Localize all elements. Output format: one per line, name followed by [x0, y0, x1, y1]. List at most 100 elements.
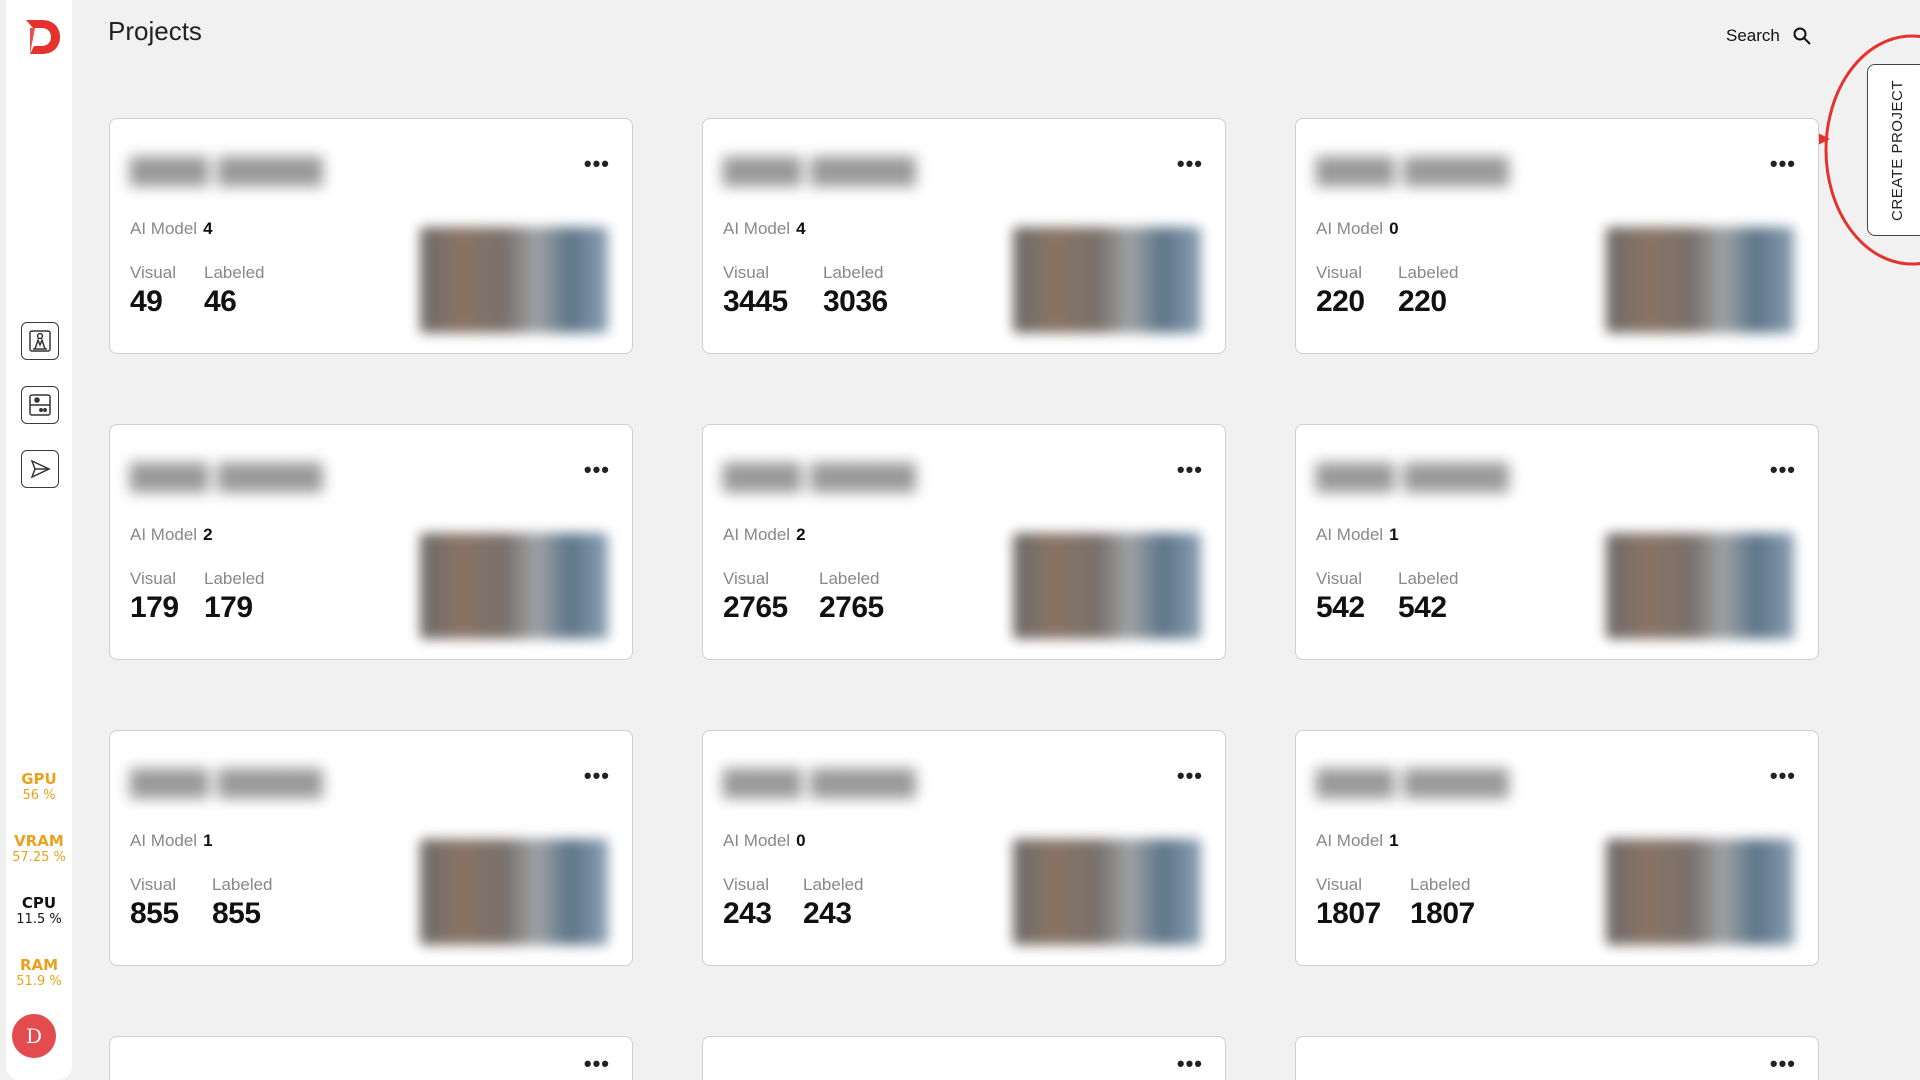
project-title: ▆▆▆ ▆▆▆▆: [1316, 454, 1509, 492]
more-options-icon[interactable]: •••: [1770, 1051, 1796, 1077]
project-card[interactable]: ▆▆▆ ▆▆▆▆ ••• AI Model 0 Visual 220 Labeled…: [1295, 118, 1819, 354]
visual-label: Visual: [723, 263, 769, 282]
app-logo[interactable]: [18, 12, 66, 60]
visual-stat: Visual 3445: [723, 263, 788, 319]
visual-label: Visual: [130, 569, 176, 588]
project-card[interactable]: ▆▆▆ ▆▆▆▆ ••• AI Model 4 Visual 3445 Labele…: [702, 118, 1226, 354]
ai-model-value: 2: [203, 525, 213, 544]
project-card[interactable]: ▆▆▆ ▆▆▆▆ ••• AI Model 1 Visual 1807 Labele…: [1295, 730, 1819, 966]
labeled-stat: Labeled 46: [204, 263, 265, 319]
project-title: ▆▆▆ ▆▆▆▆: [1316, 760, 1509, 798]
visual-label: Visual: [1316, 569, 1362, 588]
search-button[interactable]: Search: [1726, 26, 1812, 46]
more-options-icon[interactable]: •••: [584, 763, 610, 789]
labeled-stat: Labeled 220: [1398, 263, 1459, 319]
project-card[interactable]: •••: [1295, 1036, 1819, 1080]
ai-model-stat: AI Model 4: [130, 219, 213, 239]
project-thumbnail: [420, 533, 608, 639]
more-options-icon[interactable]: •••: [584, 1051, 610, 1077]
ram-value: 51.9 %: [16, 974, 62, 989]
nav-deploy-button[interactable]: [21, 450, 59, 488]
vram-metric: VRAM 57.25 %: [6, 832, 72, 866]
labeled-value: 179: [204, 591, 253, 624]
more-options-icon[interactable]: •••: [1770, 763, 1796, 789]
visual-label: Visual: [1316, 875, 1362, 894]
project-thumbnail: [420, 227, 608, 333]
ai-model-label: AI Model: [130, 219, 198, 238]
project-card[interactable]: ▆▆▆ ▆▆▆▆ ••• AI Model 1 Visual 855 Labeled…: [109, 730, 633, 966]
project-thumbnail: [1013, 533, 1201, 639]
labeled-stat: Labeled 243: [803, 875, 864, 931]
more-options-icon[interactable]: •••: [1770, 151, 1796, 177]
labeled-label: Labeled: [204, 263, 265, 282]
more-options-icon[interactable]: •••: [1177, 1051, 1203, 1077]
labeled-stat: Labeled 855: [212, 875, 273, 931]
visual-label: Visual: [130, 875, 176, 894]
ai-model-label: AI Model: [1316, 831, 1384, 850]
nav-server-button[interactable]: [21, 386, 59, 424]
labeled-value: 46: [204, 285, 237, 318]
visual-value: 3445: [723, 285, 788, 318]
more-options-icon[interactable]: •••: [1177, 457, 1203, 483]
visual-stat: Visual 243: [723, 875, 772, 931]
avatar[interactable]: D: [12, 1014, 56, 1058]
ai-model-value: 2: [796, 525, 806, 544]
labeled-stat: Labeled 542: [1398, 569, 1459, 625]
labeled-value: 855: [212, 897, 261, 930]
more-options-icon[interactable]: •••: [1770, 457, 1796, 483]
project-card[interactable]: •••: [109, 1036, 633, 1080]
cpu-metric: CPU 11.5 %: [6, 894, 72, 928]
more-options-icon[interactable]: •••: [1177, 763, 1203, 789]
project-title: ▆▆▆ ▆▆▆▆: [130, 454, 323, 492]
ai-model-value: 1: [203, 831, 213, 850]
labeled-label: Labeled: [1398, 263, 1459, 282]
labeled-stat: Labeled 2765: [819, 569, 884, 625]
project-card[interactable]: ▆▆▆ ▆▆▆▆ ••• AI Model 2 Visual 2765 Labele…: [702, 424, 1226, 660]
visual-label: Visual: [723, 875, 769, 894]
labeled-value: 1807: [1410, 897, 1475, 930]
labeled-stat: Labeled 3036: [823, 263, 888, 319]
ai-model-value: 1: [1389, 831, 1399, 850]
labeled-label: Labeled: [212, 875, 273, 894]
visual-value: 220: [1316, 285, 1365, 318]
ai-model-value: 1: [1389, 525, 1399, 544]
visual-value: 179: [130, 591, 179, 624]
gpu-label: GPU: [21, 770, 57, 788]
project-title: ▆▆▆ ▆▆▆▆: [130, 148, 323, 186]
labeled-label: Labeled: [204, 569, 265, 588]
project-card[interactable]: •••: [702, 1036, 1226, 1080]
visual-label: Visual: [130, 263, 176, 282]
gpu-value: 56 %: [22, 788, 56, 803]
ai-model-label: AI Model: [723, 831, 791, 850]
nav-annotate-button[interactable]: [21, 322, 59, 360]
gpu-metric: GPU 56 %: [6, 770, 72, 804]
project-card[interactable]: ▆▆▆ ▆▆▆▆ ••• AI Model 4 Visual 49 Labeled 4…: [109, 118, 633, 354]
more-options-icon[interactable]: •••: [1177, 151, 1203, 177]
project-thumbnail: [420, 839, 608, 945]
visual-value: 855: [130, 897, 179, 930]
labeled-stat: Labeled 179: [204, 569, 265, 625]
visual-value: 49: [130, 285, 163, 318]
ai-model-value: 0: [796, 831, 806, 850]
more-options-icon[interactable]: •••: [584, 151, 610, 177]
labeled-label: Labeled: [803, 875, 864, 894]
labeled-stat: Labeled 1807: [1410, 875, 1475, 931]
ai-model-label: AI Model: [130, 831, 198, 850]
labeled-label: Labeled: [819, 569, 880, 588]
project-card[interactable]: ▆▆▆ ▆▆▆▆ ••• AI Model 1 Visual 542 Labeled…: [1295, 424, 1819, 660]
project-card[interactable]: ▆▆▆ ▆▆▆▆ ••• AI Model 2 Visual 179 Labeled…: [109, 424, 633, 660]
labeled-label: Labeled: [823, 263, 884, 282]
vram-value: 57.25 %: [12, 850, 66, 865]
visual-stat: Visual 179: [130, 569, 179, 625]
project-thumbnail: [1606, 533, 1794, 639]
more-options-icon[interactable]: •••: [584, 457, 610, 483]
create-project-label: CREATE PROJECT: [1888, 79, 1906, 221]
project-card[interactable]: ▆▆▆ ▆▆▆▆ ••• AI Model 0 Visual 243 Labeled…: [702, 730, 1226, 966]
ai-model-stat: AI Model 4: [723, 219, 806, 239]
create-project-button[interactable]: CREATE PROJECT: [1867, 64, 1920, 236]
ai-model-value: 4: [796, 219, 806, 238]
ai-model-label: AI Model: [1316, 525, 1384, 544]
project-thumbnail: [1013, 227, 1201, 333]
ai-model-stat: AI Model 0: [1316, 219, 1399, 239]
send-icon: [30, 459, 51, 479]
